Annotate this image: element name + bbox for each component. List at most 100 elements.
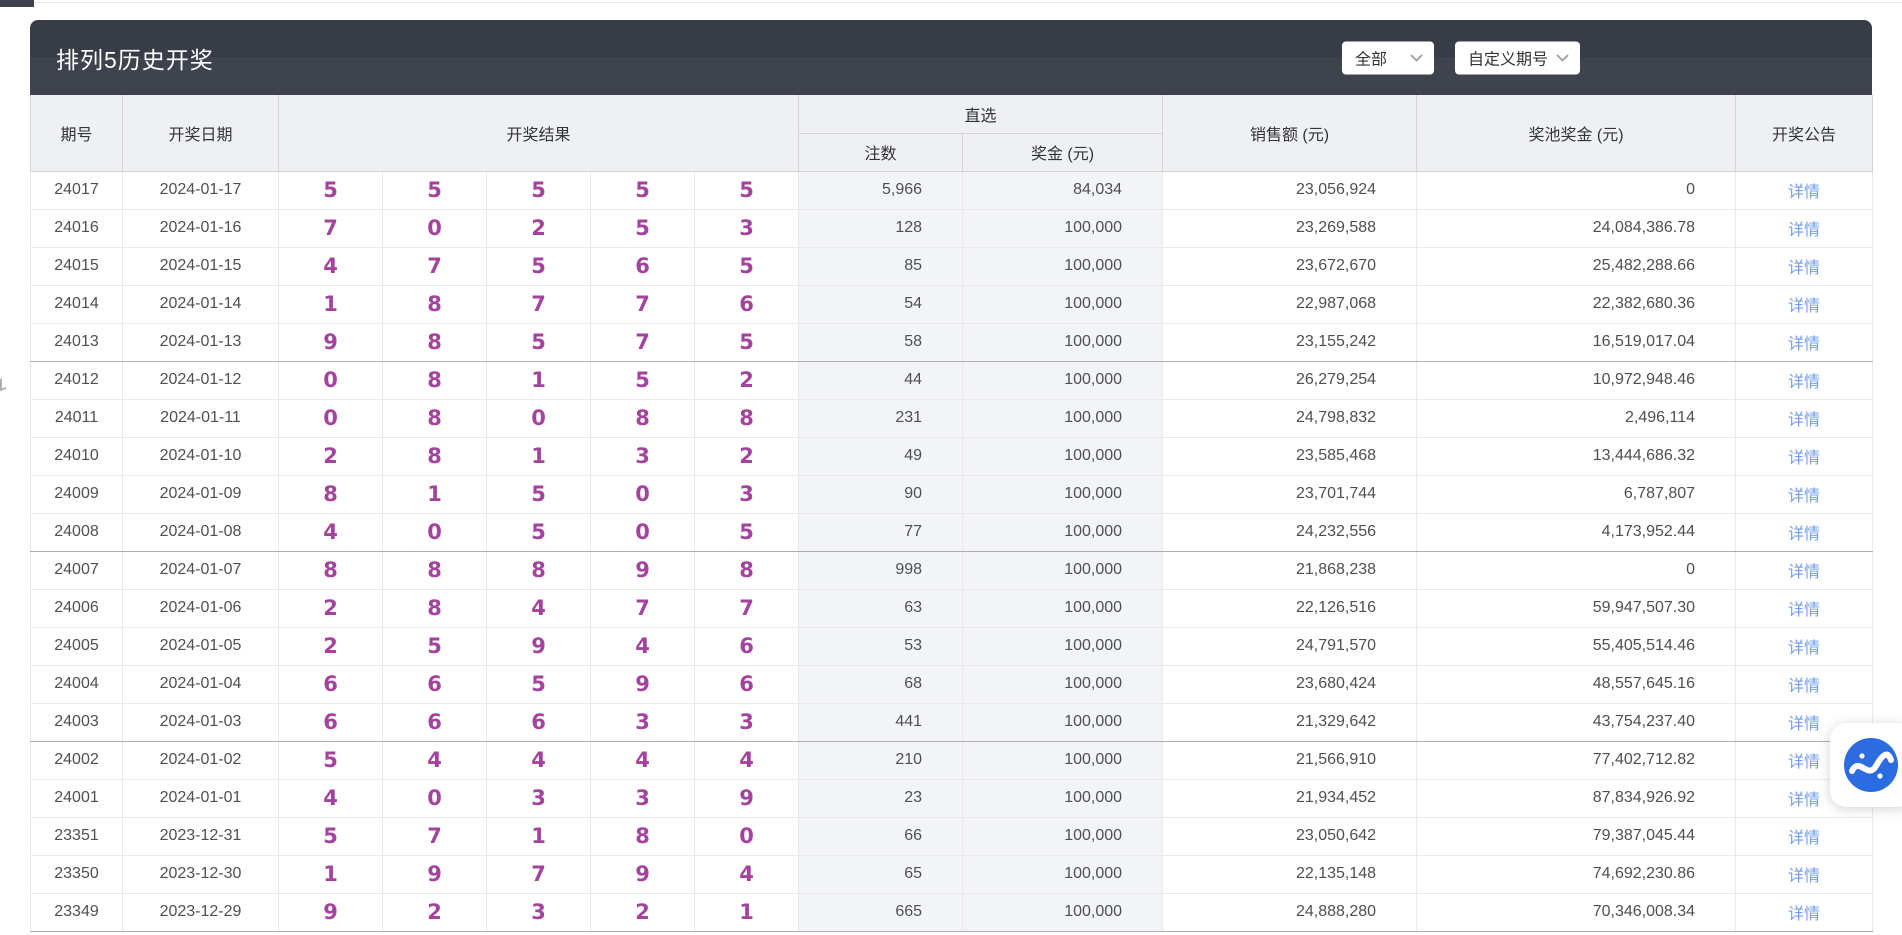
prize-cell: 100,000 [963,817,1163,855]
result-digit-3: 5 [487,475,591,513]
pool-cell: 59,947,507.30 [1417,589,1736,627]
detail-link[interactable]: 详情 [1788,754,1820,771]
sales-cell: 23,680,424 [1163,665,1417,703]
date-cell: 2023-12-30 [123,855,279,893]
result-digit-3: 4 [487,589,591,627]
result-digit-1: 2 [279,437,383,475]
detail-link[interactable]: 详情 [1788,184,1820,201]
sales-cell: 26,279,254 [1163,361,1417,399]
result-digit-5: 7 [695,589,799,627]
notice-cell: 详情 [1736,665,1873,703]
sales-cell: 23,056,924 [1163,171,1417,209]
table-row: 23351 2023-12-31 5 7 1 8 0 66 100,000 23… [31,817,1873,855]
pool-cell: 74,692,230.86 [1417,855,1736,893]
detail-link[interactable]: 详情 [1788,678,1820,695]
result-digit-1: 5 [279,171,383,209]
range-filter-dropdown[interactable]: 全部 [1342,41,1434,74]
detail-link[interactable]: 详情 [1788,792,1820,809]
result-digit-4: 8 [591,399,695,437]
issue-cell: 24012 [31,361,123,399]
lottery-history-panel: 排列5历史开奖 全部 自定义期号 期号 开奖 [30,20,1872,932]
detail-link[interactable]: 详情 [1788,526,1820,543]
detail-link[interactable]: 详情 [1788,906,1820,923]
notice-cell: 详情 [1736,589,1873,627]
detail-link[interactable]: 详情 [1788,830,1820,847]
result-digit-5: 1 [695,893,799,931]
result-digit-2: 8 [383,399,487,437]
prize-cell: 84,034 [963,171,1163,209]
result-digit-5: 8 [695,399,799,437]
date-cell: 2023-12-29 [123,893,279,931]
bets-cell: 58 [799,323,963,361]
result-digit-3: 3 [487,779,591,817]
detail-link[interactable]: 详情 [1788,640,1820,657]
sales-cell: 23,155,242 [1163,323,1417,361]
detail-link[interactable]: 详情 [1788,298,1820,315]
date-cell: 2024-01-15 [123,247,279,285]
detail-link[interactable]: 详情 [1788,602,1820,619]
pool-cell: 87,834,926.92 [1417,779,1736,817]
result-digit-2: 0 [383,779,487,817]
detail-link[interactable]: 详情 [1788,488,1820,505]
detail-link[interactable]: 详情 [1788,260,1820,277]
issue-cell: 23351 [31,817,123,855]
detail-link[interactable]: 详情 [1788,222,1820,239]
window-corner-fragment [0,0,34,7]
detail-link[interactable]: 详情 [1788,564,1820,581]
chevron-down-icon [1556,53,1569,62]
result-digit-5: 3 [695,209,799,247]
prize-cell: 100,000 [963,475,1163,513]
result-digit-4: 9 [591,665,695,703]
table-row: 24002 2024-01-02 5 4 4 4 4 210 100,000 2… [31,741,1873,779]
customer-service-float-button[interactable] [1830,723,1902,807]
detail-link[interactable]: 详情 [1788,336,1820,353]
result-digit-4: 3 [591,703,695,741]
result-digit-1: 0 [279,399,383,437]
col-header-zhixuan-group: 直选 [799,95,1163,133]
result-digit-2: 5 [383,171,487,209]
result-digit-1: 2 [279,589,383,627]
date-cell: 2024-01-01 [123,779,279,817]
issue-cell: 24008 [31,513,123,551]
result-digit-2: 7 [383,247,487,285]
issue-cell: 23349 [31,893,123,931]
pool-cell: 6,787,807 [1417,475,1736,513]
result-digit-4: 7 [591,323,695,361]
notice-cell: 详情 [1736,551,1873,589]
detail-link[interactable]: 详情 [1788,450,1820,467]
notice-cell: 详情 [1736,893,1873,931]
detail-link[interactable]: 详情 [1788,716,1820,733]
notice-cell: 详情 [1736,817,1873,855]
result-digit-2: 6 [383,665,487,703]
result-digit-5: 8 [695,551,799,589]
bets-cell: 53 [799,627,963,665]
issue-cell: 24004 [31,665,123,703]
result-digit-3: 3 [487,893,591,931]
result-digit-4: 4 [591,627,695,665]
result-digit-3: 5 [487,323,591,361]
issue-filter-dropdown[interactable]: 自定义期号 [1455,41,1580,74]
result-digit-1: 0 [279,361,383,399]
result-digit-1: 6 [279,703,383,741]
issue-cell: 24003 [31,703,123,741]
result-digit-4: 5 [591,171,695,209]
sales-cell: 21,329,642 [1163,703,1417,741]
result-digit-1: 2 [279,627,383,665]
result-digit-1: 8 [279,551,383,589]
date-cell: 2024-01-02 [123,741,279,779]
detail-link[interactable]: 详情 [1788,868,1820,885]
detail-link[interactable]: 详情 [1788,412,1820,429]
result-digit-5: 2 [695,361,799,399]
issue-cell: 24014 [31,285,123,323]
result-digit-5: 5 [695,323,799,361]
result-digit-2: 8 [383,551,487,589]
detail-link[interactable]: 详情 [1788,374,1820,391]
prize-cell: 100,000 [963,437,1163,475]
result-digit-4: 9 [591,551,695,589]
pool-cell: 77,402,712.82 [1417,741,1736,779]
pool-cell: 4,173,952.44 [1417,513,1736,551]
result-digit-4: 6 [591,247,695,285]
result-digit-3: 8 [487,551,591,589]
result-digit-1: 4 [279,247,383,285]
date-cell: 2024-01-10 [123,437,279,475]
